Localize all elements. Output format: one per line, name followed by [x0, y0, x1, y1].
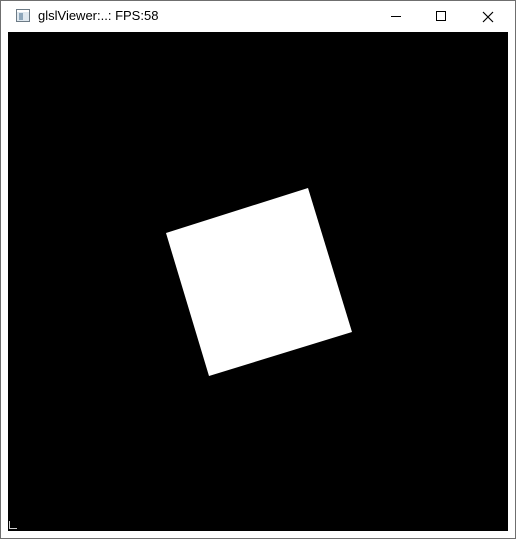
maximize-icon: [436, 11, 446, 21]
glsl-viewer-window: glslViewer:..: FPS:58: [0, 0, 516, 539]
resize-grip[interactable]: [9, 521, 17, 529]
close-icon: [482, 11, 494, 23]
minimize-button[interactable]: [373, 1, 419, 32]
rendered-scene: [8, 32, 508, 531]
close-button[interactable]: [465, 1, 511, 32]
app-window-icon: [16, 9, 30, 22]
window-title: glslViewer:..: FPS:58: [38, 8, 159, 23]
render-viewport[interactable]: [8, 32, 508, 531]
maximize-button[interactable]: [419, 1, 465, 32]
minimize-icon: [391, 16, 401, 17]
title-bar[interactable]: glslViewer:..: FPS:58: [1, 1, 515, 32]
